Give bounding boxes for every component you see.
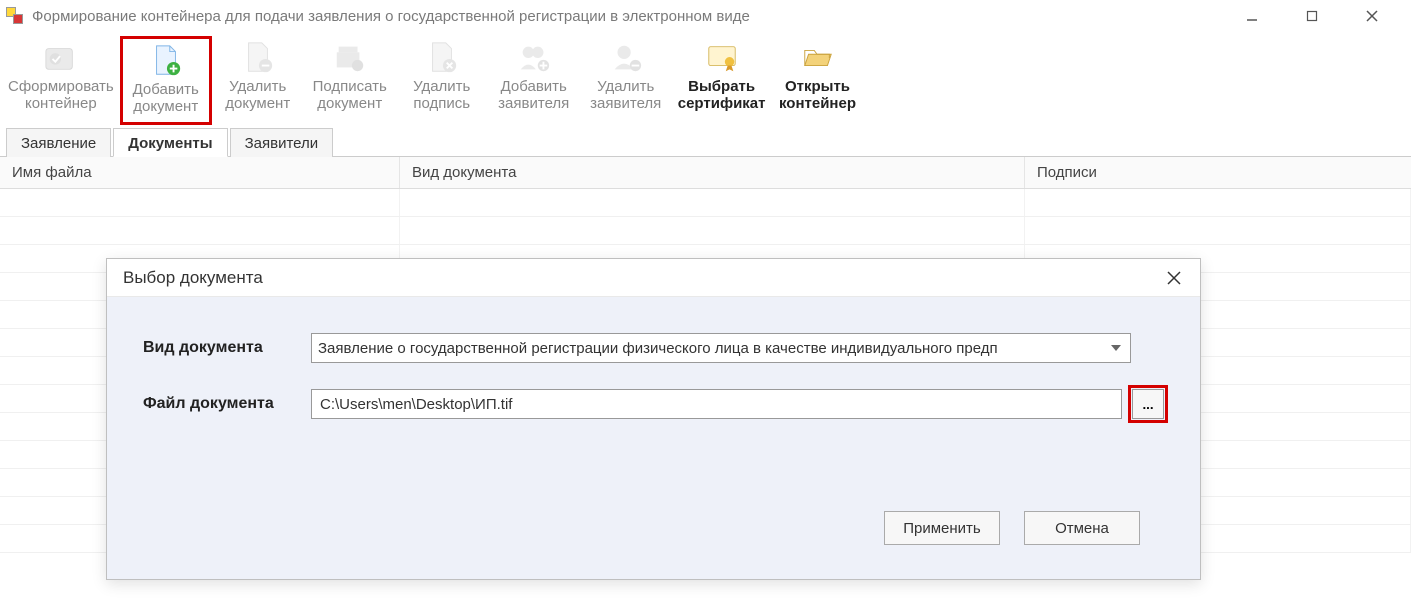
container-icon (41, 40, 81, 76)
doctype-select-wrap: Заявление о государственной регистрации … (311, 333, 1131, 363)
toolbar-delete-sign[interactable]: Удалить подпись (396, 36, 488, 125)
toolbar-label: Открыть (785, 78, 850, 95)
add-applicant-icon (514, 40, 554, 76)
main-toolbar: Сформировать контейнер Добавить документ… (0, 32, 1411, 125)
dialog-buttons: Применить Отмена (884, 511, 1140, 545)
toolbar-label-2: документ (133, 98, 198, 115)
file-path-input[interactable] (311, 389, 1122, 419)
toolbar-label: Удалить (413, 78, 470, 95)
row-doctype: Вид документа Заявление о государственно… (143, 333, 1164, 363)
toolbar-label: Добавить (501, 78, 567, 95)
col-signs: Подписи (1025, 157, 1411, 188)
toolbar-label: Добавить (133, 81, 199, 98)
toolbar-delete-document[interactable]: Удалить документ (212, 36, 304, 125)
dialog-body: Вид документа Заявление о государственно… (107, 297, 1200, 579)
col-doctype: Вид документа (400, 157, 1025, 188)
app-icon (6, 7, 24, 25)
window-title: Формирование контейнера для подачи заявл… (32, 8, 1231, 25)
toolbar-label: Сформировать (8, 78, 114, 95)
table-row[interactable] (0, 189, 1411, 217)
toolbar-add-applicant[interactable]: Добавить заявителя (488, 36, 580, 125)
browse-button[interactable]: ... (1132, 389, 1164, 419)
tab-documents[interactable]: Документы (113, 128, 227, 157)
dialog-title: Выбор документа (123, 268, 263, 288)
table-row[interactable] (0, 217, 1411, 245)
toolbar-label-2: документ (225, 95, 290, 112)
toolbar-label-2: заявителя (590, 95, 661, 112)
maximize-button[interactable] (1291, 2, 1333, 30)
delete-sign-icon (422, 40, 462, 76)
toolbar-delete-applicant[interactable]: Удалить заявителя (580, 36, 672, 125)
toolbar-label-2: контейнер (25, 95, 97, 112)
delete-applicant-icon (606, 40, 646, 76)
toolbar-open-container[interactable]: Открыть контейнер (772, 36, 864, 125)
toolbar-label: Выбрать (688, 78, 755, 95)
window-titlebar: Формирование контейнера для подачи заявл… (0, 0, 1411, 32)
toolbar-label: Удалить (597, 78, 654, 95)
document-add-icon (146, 43, 186, 79)
doctype-select[interactable]: Заявление о государственной регистрации … (311, 333, 1131, 363)
open-container-icon (798, 40, 838, 76)
toolbar-label-2: заявителя (498, 95, 569, 112)
row-file: Файл документа ... (143, 389, 1164, 419)
toolbar-label: Удалить (229, 78, 286, 95)
tab-application[interactable]: Заявление (6, 128, 111, 157)
documents-table-header: Имя файла Вид документа Подписи (0, 157, 1411, 189)
choose-document-dialog: Выбор документа Вид документа Заявление … (106, 258, 1201, 580)
dialog-titlebar: Выбор документа (107, 259, 1200, 297)
minimize-button[interactable] (1231, 2, 1273, 30)
window-controls (1231, 2, 1405, 30)
toolbar-choose-certificate[interactable]: Выбрать сертификат (672, 36, 772, 125)
toolbar-label-2: сертификат (678, 95, 766, 112)
toolbar-create-container[interactable]: Сформировать контейнер (2, 36, 120, 125)
label-file: Файл документа (143, 395, 311, 413)
toolbar-label-2: подпись (413, 95, 470, 112)
toolbar-label: Подписать (313, 78, 387, 95)
label-doctype: Вид документа (143, 339, 311, 357)
col-filename: Имя файла (0, 157, 400, 188)
close-button[interactable] (1351, 2, 1393, 30)
certificate-icon (702, 40, 742, 76)
toolbar-sign-document[interactable]: Подписать документ (304, 36, 396, 125)
toolbar-add-document[interactable]: Добавить документ (120, 36, 212, 125)
document-delete-icon (238, 40, 278, 76)
toolbar-label-2: документ (317, 95, 382, 112)
tab-applicants[interactable]: Заявители (230, 128, 334, 157)
sign-icon (330, 40, 370, 76)
apply-button[interactable]: Применить (884, 511, 1000, 545)
toolbar-label-2: контейнер (779, 95, 856, 112)
dialog-close-button[interactable] (1162, 266, 1186, 290)
cancel-button[interactable]: Отмена (1024, 511, 1140, 545)
tabs-bar: Заявление Документы Заявители (0, 127, 1411, 157)
